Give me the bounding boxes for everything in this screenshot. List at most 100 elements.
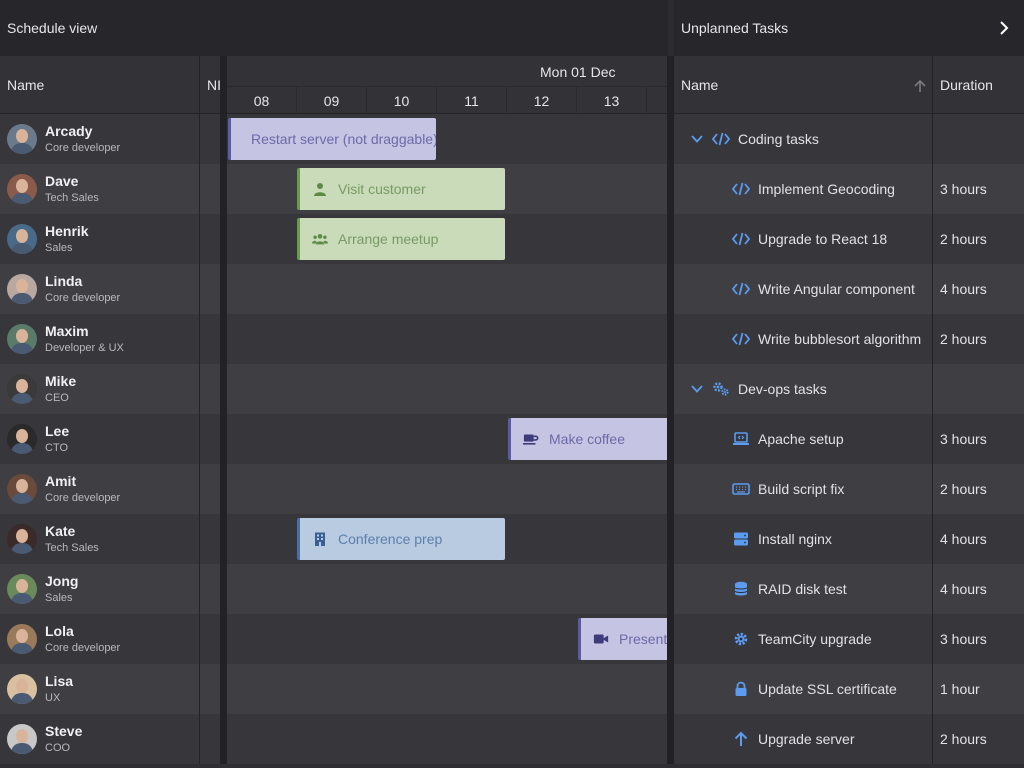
resource-row[interactable]: Henrik Sales: [0, 214, 220, 264]
resource-row[interactable]: Lisa UX: [0, 664, 220, 714]
task-row[interactable]: Write Angular component 4 hours: [674, 264, 1024, 314]
column-header-name[interactable]: Name: [0, 56, 200, 113]
task-duration: 2 hours: [940, 231, 987, 247]
task-name-cell: RAID disk test: [674, 564, 933, 614]
code-icon: [732, 280, 750, 298]
timeline-body[interactable]: Restart server (not draggable) Visit cust…: [227, 114, 667, 768]
task-group-row[interactable]: Coding tasks: [674, 114, 1024, 164]
resource-info: Arcady Core developer: [45, 123, 120, 155]
resource-row[interactable]: Mike CEO: [0, 364, 220, 414]
event-bar[interactable]: Restart server (not draggable): [228, 118, 436, 160]
resource-name: Arcady: [45, 123, 93, 139]
resource-row[interactable]: Maxim Developer & UX: [0, 314, 220, 364]
resource-row[interactable]: Kate Tech Sales: [0, 514, 220, 564]
sort-arrow-up-icon[interactable]: [914, 79, 926, 96]
task-duration: 4 hours: [940, 531, 987, 547]
user-icon: [312, 181, 328, 197]
resource-cell: Dave Tech Sales: [0, 164, 200, 214]
resource-row[interactable]: Dave Tech Sales: [0, 164, 220, 214]
resource-row[interactable]: Steve COO: [0, 714, 220, 764]
resource-nl-cell: [200, 464, 220, 514]
timeline-hour: 10: [367, 87, 437, 114]
task-row[interactable]: Write bubblesort algorithm 2 hours: [674, 314, 1024, 364]
task-name-cell: Install nginx: [674, 514, 933, 564]
task-duration: 1 hour: [940, 681, 980, 697]
splitter-locked[interactable]: [220, 56, 227, 768]
resource-row[interactable]: Lola Core developer: [0, 614, 220, 664]
task-row[interactable]: Upgrade to React 18 2 hours: [674, 214, 1024, 264]
task-duration: [933, 114, 1024, 164]
task-name: Build script fix: [758, 481, 845, 497]
task-row[interactable]: TeamCity upgrade 3 hours: [674, 614, 1024, 664]
timeline-date: Mon 01 Dec: [540, 64, 616, 80]
resource-role: Sales: [45, 242, 73, 254]
event-label: Arrange meetup: [338, 231, 439, 247]
resource-row[interactable]: Lee CTO: [0, 414, 220, 464]
task-duration: 2 hours: [940, 731, 987, 747]
resource-cell: Jong Sales: [0, 564, 200, 614]
avatar: [7, 574, 37, 604]
column-header-nl[interactable]: NI: [200, 56, 220, 113]
resource-row[interactable]: Arcady Core developer: [0, 114, 220, 164]
resource-row[interactable]: Jong Sales: [0, 564, 220, 614]
timeline-row[interactable]: [227, 314, 667, 364]
video-icon: [593, 631, 609, 647]
resource-row[interactable]: Amit Core developer: [0, 464, 220, 514]
column-header-task-name[interactable]: Name: [674, 56, 933, 113]
column-header-duration[interactable]: Duration: [933, 56, 1024, 113]
timeline-hour: [647, 87, 667, 114]
collapse-panel-chevron-right-icon[interactable]: [994, 18, 1014, 38]
chevron-down-icon[interactable]: [690, 382, 704, 396]
resource-info: Lola Core developer: [45, 623, 120, 655]
task-row[interactable]: Update SSL certificate 1 hour: [674, 664, 1024, 714]
resource-row[interactable]: Linda Core developer: [0, 264, 220, 314]
resource-nl-cell: [200, 364, 220, 414]
horizontal-scrollbar[interactable]: [0, 764, 1024, 768]
resource-role: CEO: [45, 392, 69, 404]
timeline-row[interactable]: [227, 264, 667, 314]
event-bar[interactable]: Presenta: [578, 618, 667, 660]
schedule-toolbar: Schedule view: [0, 0, 668, 56]
event-bar[interactable]: Conference prep: [297, 518, 505, 560]
task-row[interactable]: Apache setup 3 hours: [674, 414, 1024, 464]
avatar: [7, 224, 37, 254]
event-bar[interactable]: Visit customer: [297, 168, 505, 210]
task-name: Coding tasks: [738, 131, 819, 147]
avatar: [7, 274, 37, 304]
task-name-cell: Write Angular component: [674, 264, 933, 314]
resource-name: Steve: [45, 723, 83, 739]
timeline-row[interactable]: [227, 464, 667, 514]
task-name: TeamCity upgrade: [758, 631, 872, 647]
resource-nl-cell: [200, 264, 220, 314]
splitter-unplanned[interactable]: [667, 56, 674, 768]
event-bar[interactable]: Make coffee: [508, 418, 667, 460]
task-row[interactable]: Build script fix 2 hours: [674, 464, 1024, 514]
task-row[interactable]: Upgrade server 2 hours: [674, 714, 1024, 764]
timeline-row[interactable]: [227, 664, 667, 714]
gear-icon: [732, 630, 750, 648]
schedule-timeline[interactable]: Mon 01 Dec 08 09 10 11 12 13 Restart server (…: [227, 56, 667, 768]
resource-nl-cell: [200, 314, 220, 364]
task-row[interactable]: Install nginx 4 hours: [674, 514, 1024, 564]
avatar: [7, 474, 37, 504]
timeline-row[interactable]: [227, 714, 667, 764]
task-name-cell: Implement Geocoding: [674, 164, 933, 214]
chevron-down-icon[interactable]: [690, 132, 704, 146]
event-bar[interactable]: Arrange meetup: [297, 218, 505, 260]
task-row[interactable]: Implement Geocoding 3 hours: [674, 164, 1024, 214]
task-row[interactable]: RAID disk test 4 hours: [674, 564, 1024, 614]
task-group-row[interactable]: Dev-ops tasks: [674, 364, 1024, 414]
resource-name: Jong: [45, 573, 79, 589]
resource-cell: Henrik Sales: [0, 214, 200, 264]
timeline-row[interactable]: [227, 564, 667, 614]
avatar: [7, 124, 37, 154]
resource-name: Linda: [45, 273, 83, 289]
resource-info: Linda Core developer: [45, 273, 120, 305]
timeline-row[interactable]: [227, 364, 667, 414]
timeline-date-row: Mon 01 Dec: [227, 60, 667, 84]
arrow-up-icon: [732, 730, 750, 748]
code-icon: [732, 230, 750, 248]
code-icon: [732, 330, 750, 348]
task-name: Implement Geocoding: [758, 181, 895, 197]
resource-cell: Lola Core developer: [0, 614, 200, 664]
